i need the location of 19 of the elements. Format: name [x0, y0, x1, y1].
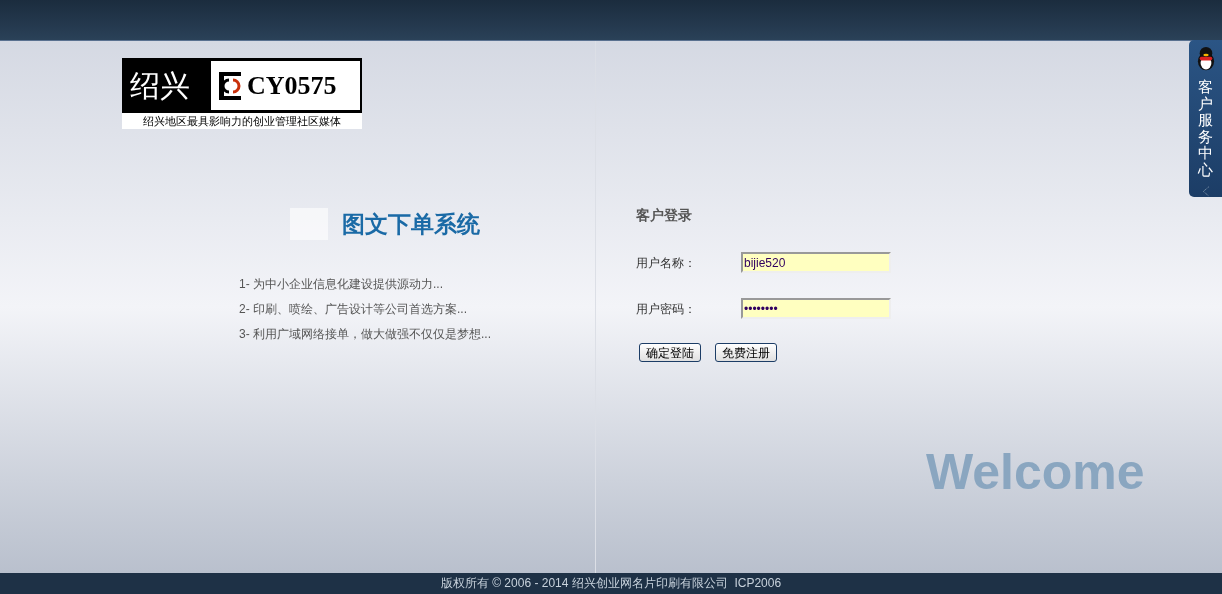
login-title: 客户登录 — [636, 206, 693, 225]
side-tab-label: 客户服务中心 — [1198, 79, 1213, 179]
welcome-text: Welcome — [926, 447, 1146, 497]
feature-text: 2- 印刷、喷绘、广告设计等公司首选方案... — [239, 300, 468, 318]
field-label: 用户密码： — [636, 300, 697, 318]
input-field[interactable]: •••••••• — [741, 298, 891, 319]
logo-slogan: 绍兴地区最具影响力的创业管理社区媒体 — [122, 113, 362, 129]
feature-text: 3- 利用广域网络接单，做大做强不仅仅是梦想... — [239, 325, 492, 343]
logo-icon — [217, 69, 243, 102]
system-title: 图文下单系统 — [342, 210, 480, 239]
customer-service-tab[interactable]: 客户服务中心 — [1189, 40, 1222, 197]
field-label: 用户名称： — [636, 254, 697, 272]
input-field[interactable]: bijie520 — [741, 252, 891, 273]
logo-city: 绍兴 — [129, 67, 191, 105]
form-button[interactable]: 确定登陆 — [639, 343, 701, 362]
logo-brand: CY0575 — [247, 72, 337, 99]
form-button[interactable]: 免费注册 — [715, 343, 777, 362]
feature-text: 1- 为中小企业信息化建设提供源动力... — [239, 275, 444, 293]
footer: 版权所有 © 2006 - 2014 绍兴创业网名片印刷有限公司 ICP2006 — [0, 573, 1222, 594]
